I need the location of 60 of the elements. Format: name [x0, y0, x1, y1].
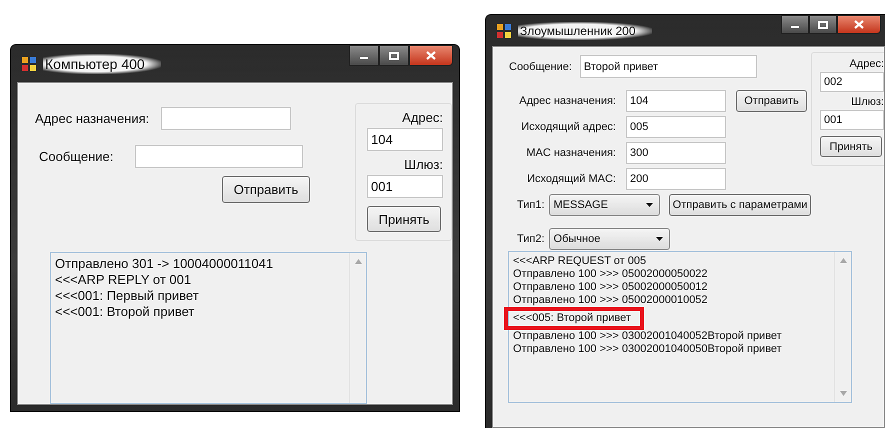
dropdown[interactable]: Обычное	[548, 228, 670, 250]
text-field[interactable]: 104	[367, 128, 443, 151]
text-field[interactable]	[161, 107, 292, 130]
field-label: Исходящий адрес:	[520, 121, 616, 133]
send-button[interactable]: Отправить	[222, 176, 310, 203]
text-field[interactable]: Второй привет	[580, 55, 757, 78]
send-with-params-button[interactable]: Отправить с параметрами	[669, 194, 811, 216]
dropdown-arrow-icon	[656, 237, 663, 241]
field-label: MAC назначения:	[525, 147, 616, 159]
log-line: <<<ARP REQUEST от 005	[513, 255, 648, 268]
app-icon	[21, 56, 37, 72]
maximize-icon	[389, 52, 399, 60]
text-field[interactable]	[135, 145, 304, 168]
text-field[interactable]: 002	[820, 72, 884, 92]
app-icon	[496, 22, 512, 38]
field-label: Сообщение:	[509, 60, 572, 72]
field-label: Тип1:	[517, 199, 545, 211]
log-line: Отправлено 100 >>> 05002000050022	[513, 268, 709, 281]
close-button[interactable]	[837, 15, 881, 34]
text-field[interactable]: 200	[626, 168, 726, 190]
log-line: Отправлено 100 >>> 03002001040052Второй привет	[513, 330, 783, 343]
close-icon	[854, 20, 864, 29]
accept-button[interactable]: Принять	[367, 206, 441, 232]
dropdown[interactable]: MESSAGE	[548, 194, 660, 216]
maximize-button[interactable]	[809, 15, 837, 34]
log-line: <<<001: Первый привет	[55, 288, 200, 304]
log-line: Отправлено 100 >>> 05002000050012	[513, 281, 709, 294]
maximize-icon	[818, 20, 828, 28]
close-icon	[426, 51, 436, 60]
dropdown-arrow-icon	[646, 203, 654, 207]
log-line: Отправлено 100 >>> 05002000010052	[513, 294, 709, 307]
close-button[interactable]	[409, 45, 453, 66]
field-label: Адрес:	[848, 58, 884, 72]
send-button[interactable]: Отправить	[736, 90, 807, 112]
log-line: <<<001: Второй привет	[55, 304, 196, 320]
field-label: Тип2:	[517, 233, 545, 245]
field-label: Адрес назначения:	[35, 111, 150, 126]
text-field[interactable]: 001	[367, 175, 443, 198]
text-field[interactable]: 001	[820, 110, 884, 130]
window-title: Компьютер 400	[43, 54, 161, 74]
text-field[interactable]: 104	[626, 90, 726, 112]
dropdown-value: Обычное	[554, 233, 600, 245]
field-label: Шлюз:	[850, 96, 884, 110]
log-line: Отправлено 301 -> 10004000011041	[55, 256, 274, 272]
minimize-button[interactable]	[781, 15, 809, 34]
text-field[interactable]: 005	[626, 116, 726, 138]
window-title: Злоумышленник 200	[518, 22, 652, 40]
log-line: <<<005: Второй привет	[513, 312, 830, 325]
log-line: <<<ARP REPLY от 001	[55, 272, 192, 288]
field-label: Адрес назначения:	[518, 95, 616, 107]
field-label: Сообщение:	[39, 149, 114, 164]
accept-button[interactable]: Принять	[820, 136, 882, 157]
field-label: Адрес:	[401, 110, 443, 127]
text-field[interactable]: 300	[626, 142, 726, 164]
minimize-button[interactable]	[349, 45, 379, 66]
field-label: Исходящий MAC:	[526, 173, 616, 185]
dropdown-value: MESSAGE	[554, 199, 608, 211]
field-label: Шлюз:	[403, 157, 443, 174]
log-line: Отправлено 100 >>> 03002001040050Второй привет	[513, 343, 783, 356]
maximize-button[interactable]	[379, 45, 409, 66]
